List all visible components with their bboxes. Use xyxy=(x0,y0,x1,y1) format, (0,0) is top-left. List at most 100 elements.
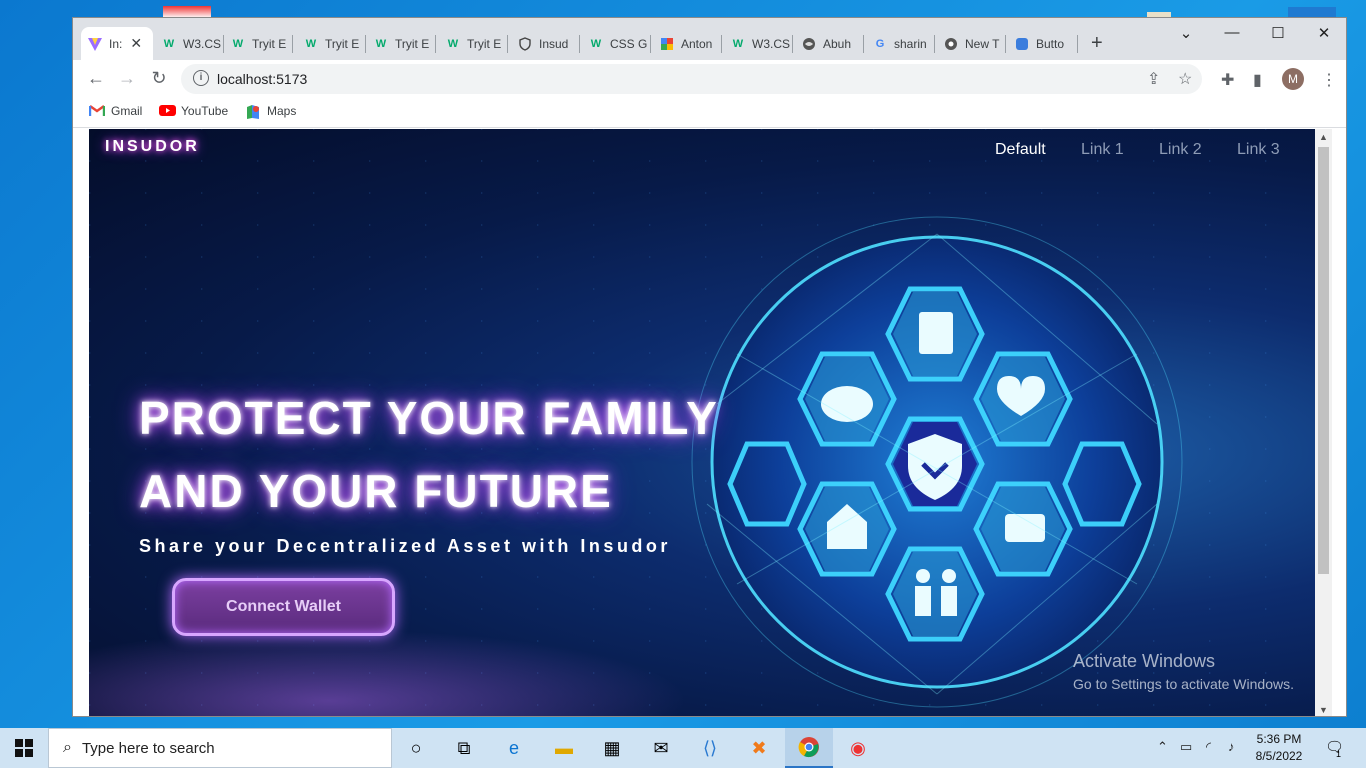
nav-link-1[interactable]: Link 1 xyxy=(1081,141,1124,159)
address-bar[interactable]: i localhost:5173 ⇪ ☆ xyxy=(181,64,1202,94)
gmail-icon xyxy=(88,104,106,118)
bookmark-label: Gmail xyxy=(111,104,143,118)
volume-icon[interactable]: ♪ xyxy=(1228,739,1235,754)
scroll-down-arrow-icon[interactable]: ▼ xyxy=(1319,705,1328,715)
maximize-icon[interactable]: ☐ xyxy=(1263,24,1293,42)
scrollbar-thumb[interactable] xyxy=(1318,147,1329,574)
task-view-icon[interactable]: ⧉ xyxy=(440,728,488,768)
url-text[interactable]: localhost:5173 xyxy=(217,71,307,87)
profile-avatar[interactable]: M xyxy=(1282,68,1304,90)
maps-icon xyxy=(245,104,261,119)
page-viewport: INSUDOR Default Link 1 Link 2 Link 3 PRO… xyxy=(89,129,1315,716)
connect-wallet-button[interactable]: Connect Wallet xyxy=(172,578,395,636)
tab-button[interactable]: Butto xyxy=(1008,27,1078,60)
chrome-taskbar-icon[interactable] xyxy=(785,728,833,768)
notification-center-icon[interactable]: 🗨 xyxy=(1325,738,1344,756)
tab-insudor[interactable]: In: ✕ xyxy=(81,27,153,60)
bookmark-maps[interactable]: Maps xyxy=(245,104,297,119)
tab-css-g[interactable]: W CSS G xyxy=(582,27,651,60)
cortana-icon[interactable]: ○ xyxy=(392,728,440,768)
nav-link-3[interactable]: Link 3 xyxy=(1237,141,1280,159)
share-icon[interactable]: ⇪ xyxy=(1147,69,1160,89)
tab-label: Abuh xyxy=(823,36,852,51)
forward-arrow-icon[interactable]: → xyxy=(116,68,138,89)
scroll-up-arrow-icon[interactable]: ▲ xyxy=(1319,132,1328,142)
tab-abuh[interactable]: Abuh xyxy=(795,27,864,60)
w3schools-icon: W xyxy=(447,37,459,50)
nav-link-default[interactable]: Default xyxy=(995,141,1046,159)
tab-search-chevron-icon[interactable]: ⌄ xyxy=(1171,24,1201,42)
clock-date: 8/5/2022 xyxy=(1255,749,1303,763)
tab-label: sharin xyxy=(894,36,927,51)
tab-label: Butto xyxy=(1036,36,1065,51)
start-button[interactable] xyxy=(0,728,48,768)
tab-label: Tryit E xyxy=(395,36,430,51)
vite-icon xyxy=(87,36,103,52)
page-icon xyxy=(1014,36,1030,52)
file-explorer-icon[interactable]: ▬ xyxy=(540,728,588,768)
menu-dots-icon[interactable]: ⋮ xyxy=(1321,70,1337,90)
hero-title-line-1: PROTECT YOUR FAMILY xyxy=(139,392,719,444)
tab-tryit[interactable]: W Tryit E xyxy=(367,27,436,60)
taskbar-clock[interactable]: 5:36 PM 8/5/2022 xyxy=(1248,731,1310,765)
tab-w3css-2[interactable]: W W3.CS xyxy=(724,27,793,60)
brand-logo[interactable]: INSUDOR xyxy=(105,138,200,156)
extensions-puzzle-icon[interactable]: ✚ xyxy=(1221,70,1234,90)
bookmark-gmail[interactable]: Gmail xyxy=(88,104,143,118)
tab-label: Tryit E xyxy=(467,36,502,51)
tab-label: W3.CS xyxy=(752,36,791,51)
close-window-icon[interactable]: ✕ xyxy=(1309,24,1339,42)
battery-icon[interactable]: ▭ xyxy=(1180,739,1192,755)
insurance-globe-illustration xyxy=(691,216,1183,708)
edge-icon[interactable]: e xyxy=(490,728,538,768)
tab-label: Anton xyxy=(681,36,713,51)
tab-tryit[interactable]: W Tryit E xyxy=(297,27,366,60)
tab-strip: In: ✕ W W3.CS W Tryit E W Tryit E W Tryi… xyxy=(73,18,1346,60)
w3schools-icon: W xyxy=(305,37,317,50)
w3schools-icon: W xyxy=(375,37,387,50)
app-icon[interactable]: ◉ xyxy=(834,728,882,768)
store-icon[interactable]: ▦ xyxy=(588,728,636,768)
bookmark-youtube[interactable]: YouTube xyxy=(159,104,228,118)
site-info-icon[interactable]: i xyxy=(193,70,209,86)
vscode-icon[interactable]: ⟨⟩ xyxy=(686,728,734,768)
activate-windows-subtitle: Go to Settings to activate Windows. xyxy=(1073,676,1294,692)
tab-w3css[interactable]: W W3.CS xyxy=(155,27,224,60)
back-arrow-icon[interactable]: ← xyxy=(85,68,107,89)
tab-tryit[interactable]: W Tryit E xyxy=(224,27,293,60)
close-tab-icon[interactable]: ✕ xyxy=(130,35,142,52)
shield-icon xyxy=(517,36,533,52)
windows-logo-icon xyxy=(15,739,33,757)
w3schools-icon: W xyxy=(232,37,244,50)
tab-tryit[interactable]: W Tryit E xyxy=(439,27,508,60)
tab-label: Insud xyxy=(539,36,569,51)
clock-time: 5:36 PM xyxy=(1256,732,1302,746)
page-scrollbar[interactable]: ▲ ▼ xyxy=(1315,129,1332,716)
tab-insudor-2[interactable]: Insud xyxy=(511,27,580,60)
show-hidden-icons-chevron-icon[interactable]: ⌃ xyxy=(1157,739,1168,755)
new-tab-button[interactable]: + xyxy=(1091,32,1103,55)
tab-label: In: xyxy=(109,36,123,51)
tab-anton[interactable]: Anton xyxy=(653,27,722,60)
minimize-icon[interactable]: — xyxy=(1217,24,1247,41)
side-panel-icon[interactable]: ▮ xyxy=(1253,70,1262,90)
mail-icon[interactable]: ✉ xyxy=(637,728,685,768)
tab-sharing[interactable]: G sharin xyxy=(866,27,935,60)
search-icon: ⌕ xyxy=(63,739,72,756)
taskbar: ⌕ Type here to search ○ ⧉ e ▬ ▦ ✉ ⟨⟩ ✖ ◉… xyxy=(0,728,1366,768)
nav-link-2[interactable]: Link 2 xyxy=(1159,141,1202,159)
google-icon: G xyxy=(875,37,885,50)
notification-count: 1 xyxy=(1336,749,1342,759)
bookmark-label: YouTube xyxy=(181,104,229,118)
bookmark-star-icon[interactable]: ☆ xyxy=(1178,69,1192,89)
wifi-icon[interactable]: ◜ xyxy=(1206,739,1211,755)
xampp-icon[interactable]: ✖ xyxy=(735,728,783,768)
chrome-icon xyxy=(943,36,959,52)
taskbar-search-box[interactable]: ⌕ Type here to search xyxy=(48,728,392,768)
bookmark-label: Maps xyxy=(267,104,297,118)
hero-title-line-2: AND YOUR FUTURE xyxy=(139,465,613,517)
tab-new-tab[interactable]: New T xyxy=(937,27,1006,60)
glow-floor xyxy=(89,629,689,716)
w3schools-icon: W xyxy=(163,37,175,50)
reload-icon[interactable]: ↻ xyxy=(148,68,170,89)
